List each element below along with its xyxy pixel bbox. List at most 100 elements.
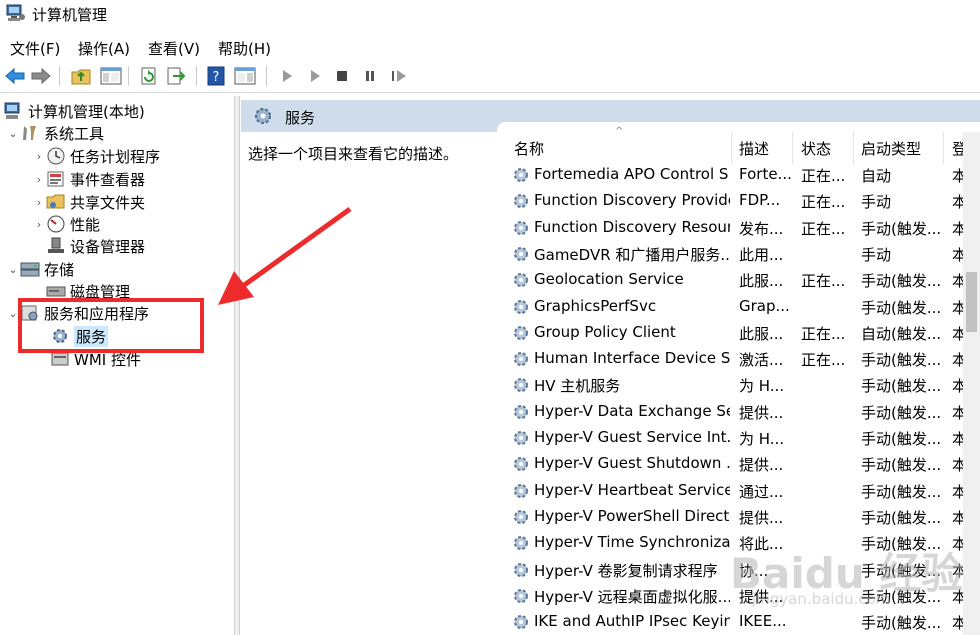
wmi-icon <box>51 352 69 366</box>
splitter[interactable] <box>234 96 240 635</box>
play-alt-icon[interactable] <box>304 65 326 87</box>
gear-icon <box>514 194 528 209</box>
service-name: GameDVR 和广播用户服务... <box>534 245 730 264</box>
table-row[interactable]: Hyper-V Guest Service Int... 为 H... 手动(触发.… <box>497 425 963 451</box>
gear-icon <box>53 329 67 343</box>
tree-item-root[interactable]: 计算机管理(本地) <box>4 100 145 122</box>
service-logon: 本 <box>952 245 963 264</box>
table-row[interactable]: Fortemedia APO Control S... Forte... 正在...… <box>497 162 963 188</box>
service-logon: 本 <box>952 324 963 343</box>
toolbar: ? <box>0 62 980 90</box>
column-header-startup-type[interactable]: 启动类型 <box>861 138 921 159</box>
service-name: Hyper-V 远程桌面虚拟化服... <box>534 587 730 606</box>
service-description: 激活... <box>739 351 784 370</box>
table-row[interactable]: GraphicsPerfSvc Grap... 手动(触发... 本 <box>497 294 963 320</box>
tree-item-shared-folders[interactable]: › 共享文件夹 <box>32 191 145 213</box>
show-hide-action-icon[interactable] <box>234 65 256 87</box>
export-icon[interactable] <box>166 65 188 87</box>
refresh-icon[interactable] <box>138 65 160 87</box>
performance-icon <box>47 215 65 233</box>
service-status: 正在... <box>801 167 846 185</box>
service-status: 正在... <box>801 193 846 212</box>
expand-icon[interactable]: › <box>32 218 46 231</box>
menu-file[interactable]: 文件(F) <box>10 38 60 59</box>
tools-icon <box>23 126 36 140</box>
table-row[interactable]: GameDVR 和广播用户服务... 此用... 手动 本 <box>497 241 963 267</box>
table-row[interactable]: Hyper-V Data Exchange Se... 提供... 手动(触发...… <box>497 399 963 425</box>
service-name: IKE and AuthIP IPsec Keyin... <box>534 612 730 631</box>
tree-item-system-tools[interactable]: ⌄ 系统工具 <box>6 122 104 144</box>
expand-icon[interactable]: › <box>32 173 46 186</box>
stop-icon[interactable] <box>331 65 353 87</box>
tree-item-performance[interactable]: › 性能 <box>32 213 100 235</box>
table-row[interactable]: Function Discovery Provide... FDP... 正在...… <box>497 188 963 214</box>
column-header-status[interactable]: 状态 <box>801 138 831 159</box>
restart-icon[interactable] <box>388 65 410 87</box>
table-row[interactable]: HV 主机服务 为 H... 手动(触发... 本 <box>497 372 963 398</box>
help-icon[interactable]: ? <box>205 65 227 87</box>
forward-arrow-icon[interactable] <box>30 65 52 87</box>
service-name: Hyper-V Data Exchange Se... <box>534 401 730 420</box>
show-hide-tree-icon[interactable] <box>100 65 122 87</box>
table-row[interactable]: Group Policy Client 此服... 正在... 自动(触发... 本 <box>497 320 963 346</box>
table-row[interactable]: Human Interface Device S... 激活... 正在... 手动(… <box>497 346 963 372</box>
scrollbar-thumb[interactable] <box>966 272 977 332</box>
collapse-icon[interactable]: ⌄ <box>6 127 20 140</box>
column-header-logon[interactable]: 登 <box>952 138 963 159</box>
column-header-description[interactable]: 描述 <box>739 138 769 159</box>
service-startup-type: 手动(触发... <box>861 298 941 317</box>
expand-icon[interactable]: › <box>32 196 46 209</box>
service-startup-type: 手动(触发... <box>861 456 941 475</box>
tree-item-wmi[interactable]: WMI 控件 <box>50 348 141 370</box>
service-name: Geolocation Service <box>534 270 684 289</box>
window-title: 计算机管理 <box>32 6 108 24</box>
service-logon: 本 <box>952 167 963 185</box>
service-logon: 本 <box>952 351 963 370</box>
service-startup-type: 自动(触发... <box>861 324 941 343</box>
collapse-icon[interactable]: ⌄ <box>6 263 20 276</box>
table-row[interactable]: IKE and AuthIP IPsec Keyin... IKEE... 手动(触… <box>497 609 963 635</box>
service-description: IKEE... <box>739 612 787 631</box>
tree-item-device-manager[interactable]: 设备管理器 <box>46 235 145 257</box>
service-name: Function Discovery Provide... <box>534 191 730 210</box>
tree-label: 事件查看器 <box>70 170 146 189</box>
table-row[interactable]: Hyper-V Guest Shutdown ... 提供... 手动(触发... 本 <box>497 451 963 477</box>
table-row[interactable]: Hyper-V PowerShell Direct... 提供... 手动(触发..… <box>497 504 963 530</box>
tree-label: 服务和应用程序 <box>44 304 150 323</box>
computer-icon <box>4 102 20 119</box>
column-header-name[interactable]: 名称 <box>514 138 544 159</box>
service-description: 此服... <box>739 324 784 343</box>
tree-item-event-viewer[interactable]: › 事件查看器 <box>32 168 145 190</box>
play-icon[interactable] <box>276 65 298 87</box>
annotation-arrow <box>218 206 352 305</box>
description-text: 选择一个项目来查看它的描述。 <box>248 145 459 163</box>
tree-label: 磁盘管理 <box>70 282 131 301</box>
disk-icon <box>46 286 66 297</box>
expand-icon[interactable]: › <box>32 150 46 163</box>
service-startup-type: 手动(触发... <box>861 351 941 370</box>
table-row[interactable]: Hyper-V Heartbeat Service 通过... 手动(触发... 本 <box>497 478 963 504</box>
up-folder-icon[interactable] <box>70 65 92 87</box>
tree-item-storage[interactable]: ⌄ 存储 <box>6 258 74 280</box>
tree-item-task-scheduler[interactable]: › 任务计划程序 <box>32 145 160 167</box>
table-row[interactable]: Geolocation Service 此服... 正在... 手动(触发... 本 <box>497 267 963 293</box>
service-startup-type: 手动(触发... <box>861 614 941 633</box>
table-row[interactable]: Function Discovery Resour... 发布... 正在... 手动… <box>497 215 963 241</box>
pause-icon[interactable] <box>359 65 381 87</box>
tree-item-disk-management[interactable]: 磁盘管理 <box>46 280 130 302</box>
tree-item-services-apps[interactable]: ⌄ 服务和应用程序 <box>6 302 149 324</box>
svg-text:?: ? <box>213 70 220 85</box>
menu-view[interactable]: 查看(V) <box>148 38 200 59</box>
watermark-url: jingyan.baidu.com <box>752 590 891 608</box>
computer-management-icon <box>6 4 25 21</box>
menu-help[interactable]: 帮助(H) <box>218 38 271 59</box>
services-apps-icon <box>21 305 38 321</box>
tree-label: 存储 <box>44 260 75 279</box>
service-startup-type: 手动(触发... <box>861 272 941 291</box>
menu-action[interactable]: 操作(A) <box>78 38 130 59</box>
tree-item-services[interactable]: 服务 <box>50 325 109 347</box>
service-status: 正在... <box>801 219 846 238</box>
vertical-scrollbar[interactable] <box>963 132 980 635</box>
collapse-icon[interactable]: ⌄ <box>6 307 20 320</box>
back-arrow-icon[interactable] <box>4 65 26 87</box>
